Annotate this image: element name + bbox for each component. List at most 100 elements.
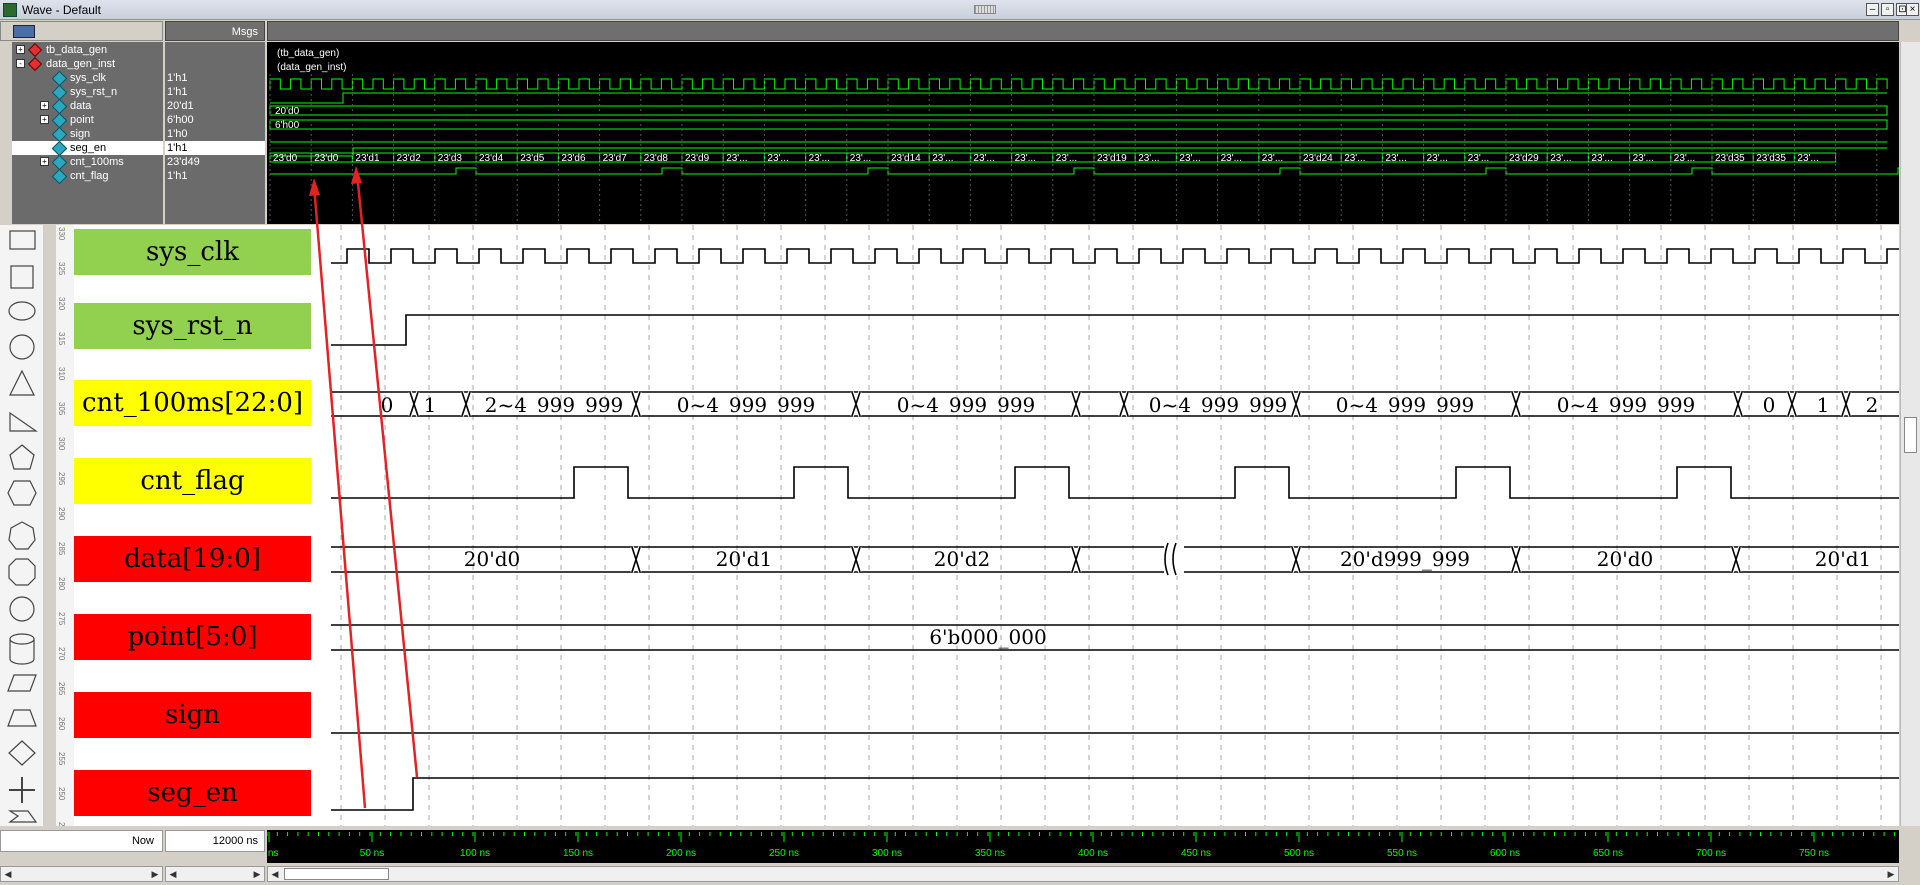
- label-data[interactable]: data[19:0]: [74, 536, 311, 582]
- decagon-shape-icon: [9, 596, 35, 622]
- drag-grip-icon[interactable]: [974, 5, 996, 14]
- collapse-icon[interactable]: -: [16, 59, 25, 68]
- signal-row-cnt-100ms[interactable]: + cnt_100ms: [12, 154, 163, 171]
- signal-value-pane: 1'h1 1'h1 20'd1 6'h00 1'h0 1'h1 23'd49 1'h1: [165, 42, 265, 224]
- timeline-ruler[interactable]: 0 ns 50 ns 100 ns 150 ns 200 ns 250 ns 300 ns 3…: [260, 830, 1899, 863]
- close-icon[interactable]: ×: [1906, 3, 1919, 16]
- signal-value: 1'h1: [167, 170, 188, 182]
- wave-cnt-label: 23'd35: [1756, 153, 1786, 164]
- cnt-value-label: 0~4_999_999: [1336, 393, 1475, 417]
- expand-icon[interactable]: +: [40, 101, 49, 110]
- ruler-number: 330: [57, 227, 66, 241]
- signal-row-data-gen-inst[interactable]: - data_gen_inst: [12, 56, 163, 72]
- shape-toolbar: [0, 225, 44, 826]
- name-hscroll[interactable]: ◀ ▶: [0, 866, 163, 882]
- wave-cnt-label: 23'd2: [397, 153, 422, 164]
- signal-row-data[interactable]: + data: [12, 98, 163, 115]
- now-label: Now: [0, 830, 163, 852]
- timeline-label: 250 ns: [769, 848, 799, 859]
- signal-value: 20'd1: [167, 100, 194, 112]
- wave-cnt-label: 23'...: [1179, 153, 1200, 164]
- timeline-label: 50 ns: [360, 848, 384, 859]
- label-sign[interactable]: sign: [74, 692, 311, 738]
- cnt-transition: [409, 391, 419, 417]
- wave-cnt-label: 23'...: [1385, 153, 1406, 164]
- wave-inst-label: (tb_data_gen): [277, 48, 339, 59]
- label-sys-clk[interactable]: sys_clk: [74, 229, 311, 275]
- scroll-left-icon[interactable]: ◀: [2, 868, 14, 880]
- wave-cnt-label: 23'd9: [685, 153, 710, 164]
- scroll-right-icon[interactable]: ▶: [251, 868, 263, 880]
- cnt-value-label: 0~4_999_999: [1149, 393, 1288, 417]
- ruler-number: 305: [57, 402, 66, 416]
- data-value-label: 20'd0: [464, 547, 520, 571]
- signal-row-sign[interactable]: sign: [12, 126, 163, 143]
- data-transition-mask: [630, 546, 642, 573]
- timeline-label: 400 ns: [1078, 848, 1108, 859]
- wave-tools-icon[interactable]: [13, 25, 35, 38]
- cnt-value-label: 2: [1866, 393, 1879, 417]
- label-cnt-flag[interactable]: cnt_flag: [74, 458, 311, 504]
- vertical-scrollbar[interactable]: [1900, 42, 1920, 826]
- ruler-number: 265: [57, 682, 66, 696]
- wave-canvas[interactable]: (tb_data_gen) (data_gen_inst) 20'd0 6'h00 23…: [267, 42, 1919, 224]
- label-point[interactable]: point[5:0]: [74, 614, 311, 660]
- wave-hscroll-thumb[interactable]: [284, 868, 389, 880]
- data-transition: [1731, 546, 1741, 573]
- value-hscroll[interactable]: ◀ ▶: [165, 866, 265, 882]
- wave-cnt-label: 23'...: [1591, 153, 1612, 164]
- cnt-transition: [1733, 391, 1743, 417]
- vertical-scroll-thumb[interactable]: [1904, 417, 1917, 453]
- scroll-right-icon[interactable]: ▶: [149, 868, 161, 880]
- wave-cnt-label: 23'...: [767, 153, 788, 164]
- signal-row-cnt-flag[interactable]: cnt_flag: [12, 168, 163, 185]
- wave-header: [267, 21, 1899, 41]
- wave-cnt-label: 23'...: [1797, 153, 1818, 164]
- timeline-canvas[interactable]: 0 ns 50 ns 100 ns 150 ns 200 ns 250 ns 300 ns 3…: [260, 830, 1899, 863]
- data-break-icon: [1164, 542, 1177, 576]
- signal-row-point[interactable]: + point: [12, 112, 163, 129]
- cnt-transition: [1071, 391, 1081, 417]
- label-seg-en[interactable]: seg_en: [74, 770, 311, 816]
- cylinder-shape-icon: [9, 633, 35, 665]
- wave-cnt-label: 23'...: [1138, 153, 1159, 164]
- signal-row-sys-clk[interactable]: sys_clk: [12, 70, 163, 87]
- expand-icon[interactable]: +: [40, 157, 49, 166]
- ruler-number: 325: [57, 262, 66, 276]
- instance-icon: [27, 56, 43, 72]
- wave-cnt-label: 23'd3: [438, 153, 463, 164]
- data-value-label: 20'd1: [1815, 547, 1871, 571]
- ruler-number: 310: [57, 367, 66, 381]
- scroll-left-icon[interactable]: ◀: [269, 868, 281, 880]
- wave-viewer[interactable]: (tb_data_gen) (data_gen_inst) 20'd0 6'h00 23…: [267, 42, 1919, 224]
- signal-row-sys-rst-n[interactable]: sys_rst_n: [12, 84, 163, 101]
- signal-row-tb-data-gen[interactable]: + tb_data_gen: [12, 42, 163, 58]
- data-value-label: 20'd1: [716, 547, 772, 571]
- wave-cnt-label: 23'...: [1056, 153, 1077, 164]
- data-transition: [1291, 546, 1301, 573]
- instance-icon: [27, 42, 43, 58]
- label-cnt-100ms[interactable]: cnt_100ms[22:0]: [74, 380, 311, 426]
- square-shape-icon: [10, 265, 34, 289]
- expand-icon[interactable]: +: [40, 115, 49, 124]
- scroll-right-icon[interactable]: ▶: [1885, 868, 1897, 880]
- scroll-left-icon[interactable]: ◀: [167, 868, 179, 880]
- wave-hscroll[interactable]: ◀ ▶: [267, 866, 1899, 882]
- cnt-transition: [1291, 391, 1301, 417]
- signal-name: seg_en: [70, 142, 107, 154]
- signal-value: 23'd49: [167, 156, 200, 168]
- cnt-transition: [631, 391, 641, 417]
- restore-icon[interactable]: ▫: [1881, 3, 1894, 16]
- signal-row-seg-en[interactable]: seg_en: [12, 140, 163, 157]
- pentagon-shape-icon: [9, 444, 35, 470]
- label-sys-rst-n[interactable]: sys_rst_n: [74, 303, 311, 349]
- msgs-header: Msgs: [165, 21, 265, 41]
- cnt-transition: [461, 391, 471, 417]
- timing-diagram[interactable]: sys_clk sys_rst_n cnt_100ms[22:0] cnt_fl…: [74, 225, 1899, 826]
- expand-icon[interactable]: +: [16, 45, 25, 54]
- minimize-icon[interactable]: –: [1866, 3, 1879, 16]
- wave-cnt-label: 23'd35: [1715, 153, 1745, 164]
- cnt-value-label: 0~4_999_999: [897, 393, 1036, 417]
- ellipse-shape-icon: [8, 301, 36, 321]
- cnt-transition-mask: [1118, 391, 1130, 417]
